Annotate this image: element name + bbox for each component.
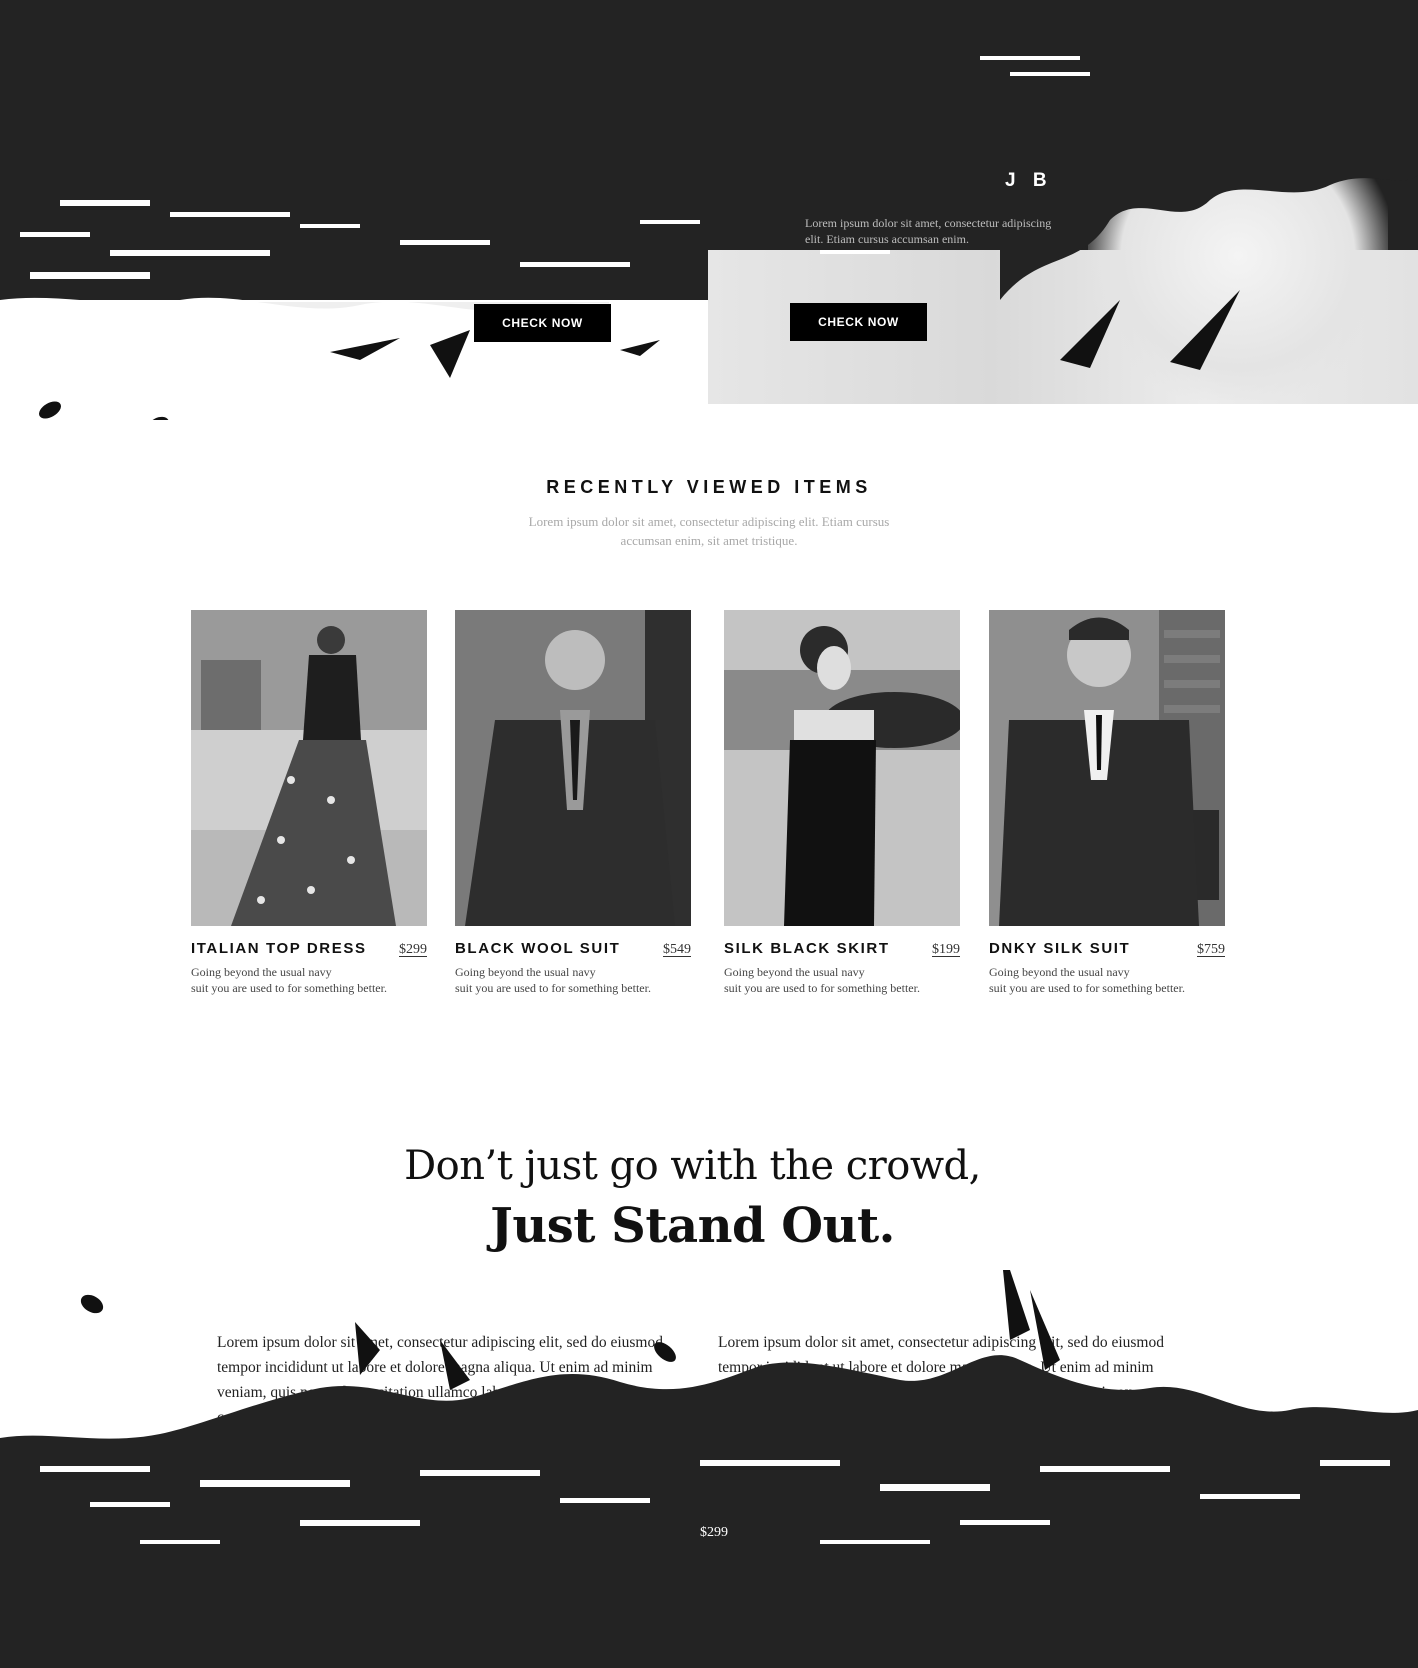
product-card[interactable]: DNKY SILK SUIT $759 Going beyond the usu… bbox=[989, 610, 1225, 996]
product-name[interactable]: BLACK WOOL SUIT bbox=[455, 940, 620, 957]
product-price[interactable]: $199 bbox=[932, 942, 960, 958]
section-subtitle-line-1: Lorem ipsum dolor sit amet, consectetur … bbox=[528, 514, 890, 529]
check-now-button-right[interactable]: CHECK NOW bbox=[790, 303, 927, 341]
product-name[interactable]: SILK BLACK SKIRT bbox=[724, 940, 890, 957]
product-description: Going beyond the usual navy suit you are… bbox=[191, 964, 427, 996]
product-description-line-2: suit you are used to for something bette… bbox=[191, 981, 387, 995]
section-subtitle-line-2: accumsan enim, sit amet tristique. bbox=[620, 533, 798, 548]
footer-price: $299 bbox=[700, 1525, 728, 1540]
hero-banner: J B Lorem ipsum dolor sit amet, consecte… bbox=[0, 0, 1418, 420]
product-description: Going beyond the usual navy suit you are… bbox=[455, 964, 691, 996]
product-price[interactable]: $549 bbox=[663, 942, 691, 958]
product-description-line-2: suit you are used to for something bette… bbox=[989, 981, 1185, 995]
product-image[interactable] bbox=[989, 610, 1225, 926]
tagline-line-2: Just Stand Out. bbox=[490, 1198, 895, 1254]
torn-paper-edge-bottom bbox=[0, 1270, 1418, 1668]
check-now-button-left[interactable]: CHECK NOW bbox=[474, 304, 611, 342]
product-image[interactable] bbox=[191, 610, 427, 926]
product-description-line-2: suit you are used to for something bette… bbox=[724, 981, 920, 995]
product-image[interactable] bbox=[455, 610, 691, 926]
hero-description: Lorem ipsum dolor sit amet, consectetur … bbox=[805, 216, 1052, 246]
product-description-line-1: Going beyond the usual navy bbox=[724, 965, 865, 979]
product-description-line-1: Going beyond the usual navy bbox=[455, 965, 596, 979]
product-description-line-1: Going beyond the usual navy bbox=[191, 965, 332, 979]
footer-band bbox=[0, 1270, 1418, 1668]
hero-brand-title: J B bbox=[1005, 170, 1053, 191]
product-name[interactable]: ITALIAN TOP DRESS bbox=[191, 940, 367, 957]
tagline-line-1: Don’t just go with the crowd, bbox=[404, 1143, 981, 1189]
product-name[interactable]: DNKY SILK SUIT bbox=[989, 940, 1130, 957]
product-card[interactable]: ITALIAN TOP DRESS $299 Going beyond the … bbox=[191, 610, 427, 996]
product-price[interactable]: $299 bbox=[399, 942, 427, 958]
product-description: Going beyond the usual navy suit you are… bbox=[724, 964, 960, 996]
torn-paper-edge-top bbox=[0, 56, 1418, 420]
section-subtitle: Lorem ipsum dolor sit amet, consectetur … bbox=[489, 512, 929, 550]
product-description-line-1: Going beyond the usual navy bbox=[989, 965, 1130, 979]
product-image[interactable] bbox=[724, 610, 960, 926]
product-price[interactable]: $759 bbox=[1197, 942, 1225, 958]
product-description: Going beyond the usual navy suit you are… bbox=[989, 964, 1225, 996]
product-description-line-2: suit you are used to for something bette… bbox=[455, 981, 651, 995]
product-card[interactable]: SILK BLACK SKIRT $199 Going beyond the u… bbox=[724, 610, 960, 996]
section-title: RECENTLY VIEWED ITEMS bbox=[546, 477, 872, 497]
product-card[interactable]: BLACK WOOL SUIT $549 Going beyond the us… bbox=[455, 610, 691, 996]
